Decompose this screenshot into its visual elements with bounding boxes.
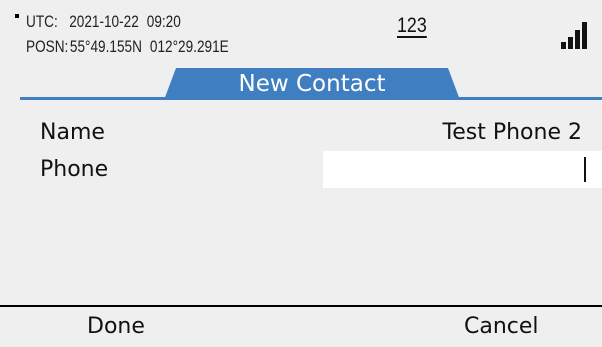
position-label: POSN: [26,37,69,56]
signal-bar-2 [568,37,573,49]
signal-bar-3 [575,30,580,49]
input-mode-indicator: 123 [397,14,427,37]
page-title: New Contact [238,71,386,97]
signal-strength-icon [561,22,591,49]
position-longitude: 012°29.291E [149,37,229,56]
phone-input[interactable] [323,151,602,188]
phone-label: Phone [40,157,109,182]
softkey-divider [0,305,602,307]
position-latitude: 55°49.155N [69,37,142,56]
text-cursor [584,157,586,182]
status-indicator-dot [15,14,19,18]
new-contact-screen: UTC: 2021-10-22 09:20 POSN:55°49.155N 012°2… [0,0,602,347]
name-value[interactable]: Test Phone 2 [443,120,582,145]
cancel-button[interactable]: Cancel [464,314,539,339]
done-button[interactable]: Done [87,314,145,339]
signal-bar-4 [582,22,587,49]
name-label: Name [40,120,105,145]
utc-time: 09:20 [146,12,181,31]
position-status: POSN:55°49.155N 012°29.291E [26,37,229,57]
utc-status: UTC: 2021-10-22 09:20 [26,12,181,32]
signal-bar-1 [561,42,566,49]
title-tab: New Contact [164,68,460,100]
utc-label: UTC: [26,12,58,31]
utc-date: 2021-10-22 [69,12,139,31]
